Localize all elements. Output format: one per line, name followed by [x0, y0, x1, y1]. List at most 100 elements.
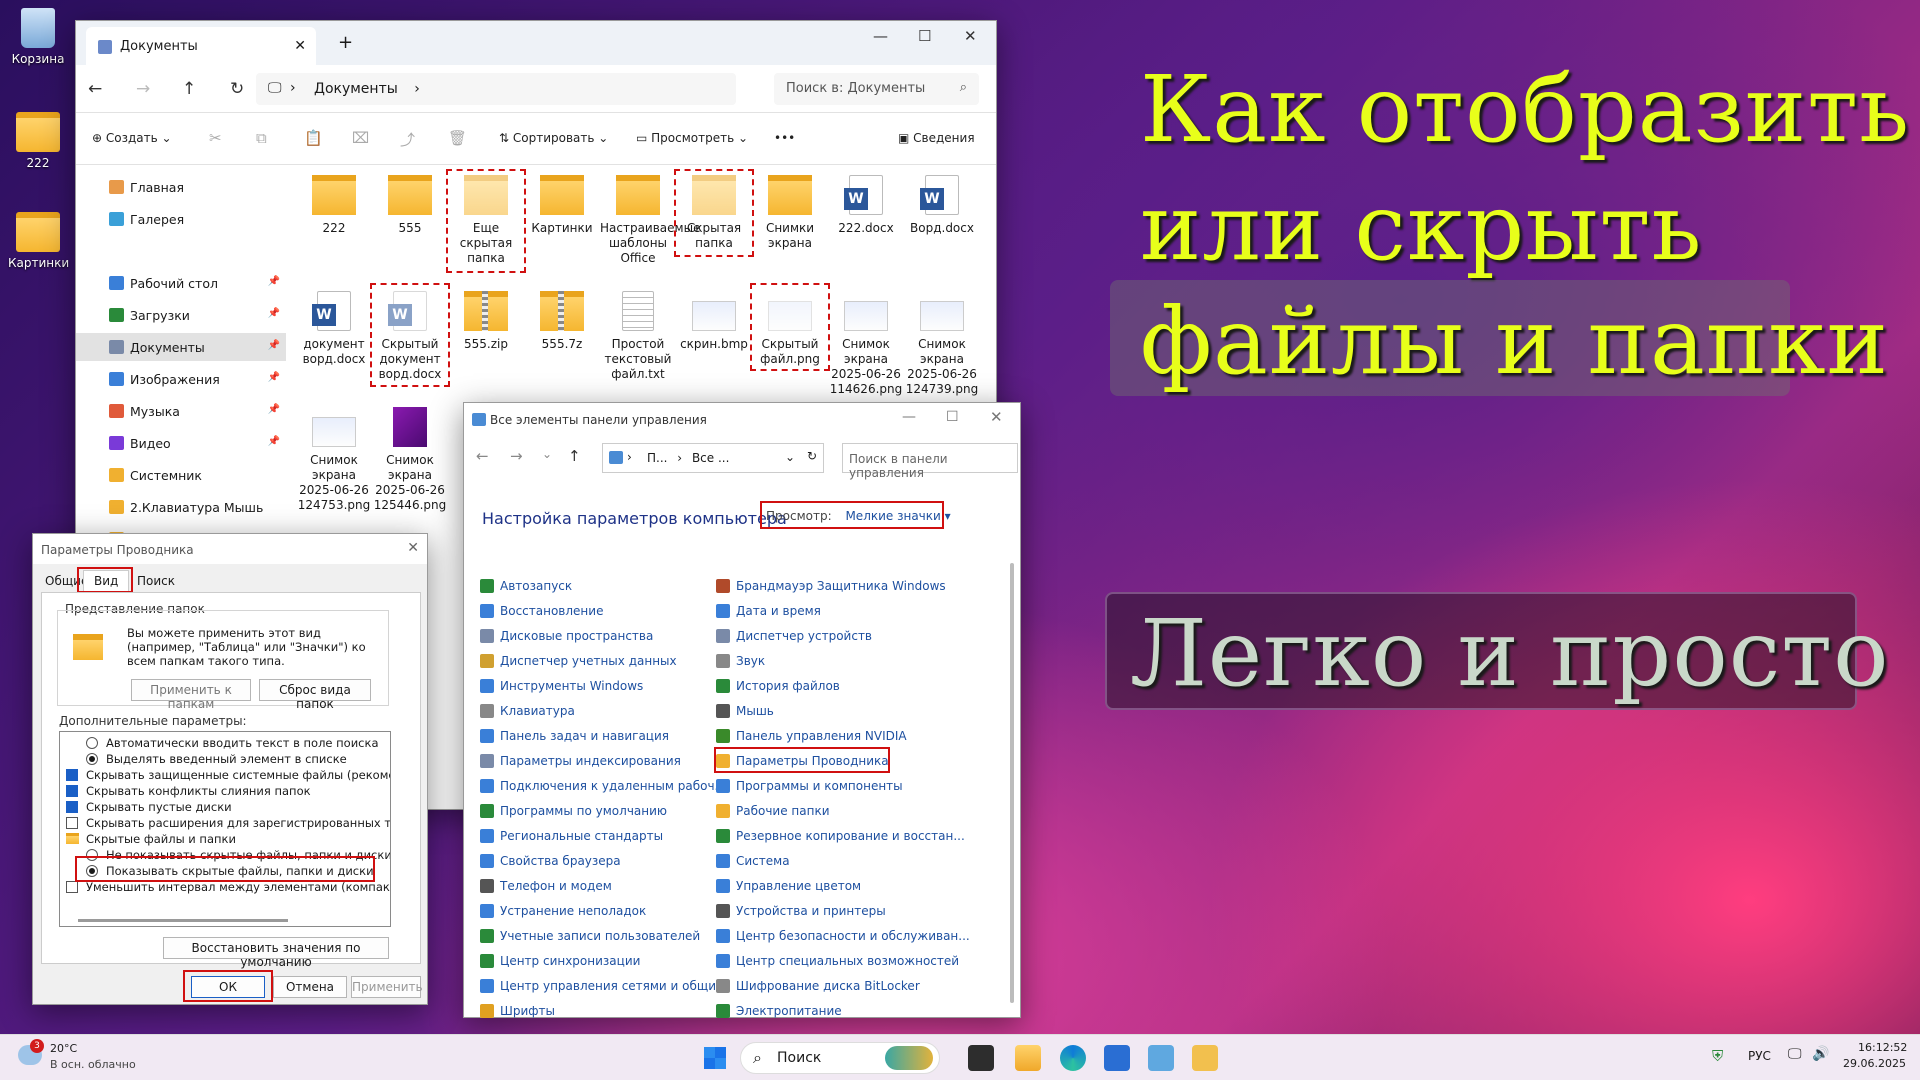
reset-folders-button[interactable]: Сброс вида папок: [259, 679, 371, 711]
explorer-tab[interactable]: Документы ✕: [86, 27, 316, 65]
file-item[interactable]: Снимок экрана 2025-06-26 124753.png: [296, 407, 372, 513]
clock-date[interactable]: 29.06.2025: [1843, 1057, 1906, 1070]
desktop-icon-recycle-bin[interactable]: Корзина: [8, 8, 68, 66]
refresh-icon[interactable]: ↻: [807, 449, 817, 463]
weather-temp[interactable]: 20°C: [50, 1042, 77, 1055]
minimize-icon[interactable]: —: [873, 27, 888, 45]
checkbox[interactable]: [66, 801, 78, 813]
advanced-options-list[interactable]: Автоматически вводить текст в поле поиск…: [59, 731, 391, 927]
apply-button[interactable]: Применить: [351, 976, 423, 998]
delete-icon[interactable]: 🗑: [448, 129, 467, 147]
chevron-down-icon[interactable]: ⌄: [542, 447, 552, 461]
cp-item[interactable]: Параметры индексирования: [480, 754, 681, 768]
advanced-option[interactable]: Автоматически вводить текст в поле поиск…: [86, 736, 379, 750]
cp-item[interactable]: Рабочие папки: [716, 804, 830, 818]
radio-button[interactable]: [86, 753, 98, 765]
desktop-icon-pictures[interactable]: Картинки: [8, 212, 69, 270]
cp-item[interactable]: Мышь: [716, 704, 774, 718]
cp-item[interactable]: Региональные стандарты: [480, 829, 663, 843]
file-item[interactable]: скрин.bmp: [676, 291, 752, 352]
tab-search[interactable]: Поиск: [137, 574, 175, 588]
sidebar-item[interactable]: Рабочий стол 📌: [76, 269, 286, 297]
back-arrow-icon[interactable]: ←: [88, 79, 102, 99]
maximize-icon[interactable]: ☐: [946, 409, 959, 425]
cp-item[interactable]: Шрифты: [480, 1004, 555, 1018]
radio-button[interactable]: [86, 737, 98, 749]
cp-item[interactable]: Телефон и модем: [480, 879, 612, 893]
cp-item[interactable]: Подключения к удаленным рабоч...: [480, 779, 726, 793]
task-view-icon[interactable]: [968, 1045, 994, 1071]
cp-item[interactable]: Система: [716, 854, 790, 868]
store-icon[interactable]: [1104, 1045, 1130, 1071]
weather-desc[interactable]: В осн. облачно: [50, 1058, 136, 1071]
forward-arrow-icon[interactable]: →: [136, 79, 150, 99]
file-item[interactable]: Снимок экрана 2025-06-26 124739.png: [904, 291, 980, 397]
checkbox[interactable]: [66, 785, 78, 797]
back-arrow-icon[interactable]: ←: [476, 447, 489, 465]
copy-icon[interactable]: ⧉: [256, 129, 267, 147]
cp-address-bar[interactable]: › П... › Все ... ⌄ ↻: [602, 443, 824, 473]
up-arrow-icon[interactable]: ↑: [182, 79, 196, 99]
close-icon[interactable]: ✕: [990, 408, 1003, 426]
file-item[interactable]: 555.zip: [448, 291, 524, 352]
file-item[interactable]: 555: [372, 175, 448, 236]
cp-item[interactable]: История файлов: [716, 679, 840, 693]
cp-item[interactable]: Свойства браузера: [480, 854, 621, 868]
maximize-icon[interactable]: ☐: [918, 27, 931, 45]
file-item[interactable]: 222: [296, 175, 372, 236]
cp-item[interactable]: Диспетчер устройств: [716, 629, 872, 643]
cp-item[interactable]: Центр синхронизации: [480, 954, 640, 968]
language-indicator[interactable]: РУС: [1748, 1049, 1771, 1063]
file-item[interactable]: W Ворд.docx: [904, 175, 980, 236]
edge-icon[interactable]: [1060, 1045, 1086, 1071]
cp-item[interactable]: Панель задач и навигация: [480, 729, 669, 743]
file-item[interactable]: Wдокумент ворд.docx: [296, 291, 372, 367]
cp-item[interactable]: Диспетчер учетных данных: [480, 654, 677, 668]
advanced-option[interactable]: Выделять введенный элемент в списке: [86, 752, 347, 766]
cp-item[interactable]: Устранение неполадок: [480, 904, 646, 918]
search-input[interactable]: Поиск в: Документы ⌕: [774, 73, 979, 105]
network-icon[interactable]: 🖵: [1788, 1046, 1802, 1062]
volume-icon[interactable]: 🔊: [1812, 1046, 1829, 1062]
cp-search-input[interactable]: Поиск в панели управления: [842, 443, 1018, 480]
checkbox[interactable]: [66, 881, 78, 893]
cp-item[interactable]: Восстановление: [480, 604, 603, 618]
rename-icon[interactable]: ⌧: [352, 129, 369, 147]
sidebar-item[interactable]: Загрузки 📌: [76, 301, 286, 329]
address-bar[interactable]: 🖵 › Документы ›: [256, 73, 736, 105]
advanced-option[interactable]: Скрывать пустые диски: [66, 800, 232, 814]
details-button[interactable]: ▣ Сведения: [898, 131, 975, 145]
start-icon[interactable]: [704, 1047, 726, 1069]
sidebar-item[interactable]: Галерея: [76, 205, 286, 233]
checkbox[interactable]: [66, 817, 78, 829]
cp-scrollbar[interactable]: [1010, 563, 1014, 1003]
cp-item[interactable]: Панель управления NVIDIA: [716, 729, 907, 743]
advanced-option[interactable]: Скрывать расширения для зарегистрированн…: [66, 816, 390, 830]
file-item[interactable]: Простой текстовый файл.txt: [600, 291, 676, 382]
file-item[interactable]: 555.7z: [524, 291, 600, 352]
sidebar-item[interactable]: Изображения 📌: [76, 365, 286, 393]
sidebar-item[interactable]: Видео 📌: [76, 429, 286, 457]
close-icon[interactable]: ✕: [964, 27, 977, 45]
cp-item[interactable]: Программы и компоненты: [716, 779, 903, 793]
sidebar-item[interactable]: Главная: [76, 173, 286, 201]
apply-to-folders-button[interactable]: Применить к папкам: [131, 679, 251, 711]
sidebar-item[interactable]: Музыка 📌: [76, 397, 286, 425]
up-arrow-icon[interactable]: ↑: [568, 447, 581, 465]
sort-button[interactable]: ⇅ Сортировать ⌄: [499, 131, 608, 145]
control-panel-icon[interactable]: [1148, 1045, 1174, 1071]
cp-item[interactable]: Центр специальных возможностей: [716, 954, 959, 968]
create-button[interactable]: ⊕ Создать ⌄: [92, 131, 172, 145]
horizontal-scrollbar[interactable]: [78, 919, 288, 922]
advanced-option[interactable]: Скрывать конфликты слияния папок: [66, 784, 311, 798]
file-explorer-icon[interactable]: [1015, 1045, 1041, 1071]
cp-item[interactable]: Управление цветом: [716, 879, 861, 893]
file-item[interactable]: Снимок экрана 2025-06-26 125446.png: [372, 407, 448, 513]
cp-item[interactable]: Электропитание: [716, 1004, 842, 1018]
advanced-option[interactable]: Скрытые файлы и папки: [66, 832, 236, 846]
cp-item[interactable]: Дисковые пространства: [480, 629, 653, 643]
cancel-button[interactable]: Отмена: [273, 976, 347, 998]
forward-arrow-icon[interactable]: →: [510, 447, 523, 465]
cp-item[interactable]: Дата и время: [716, 604, 821, 618]
file-item[interactable]: Снимок экрана 2025-06-26 114626.png: [828, 291, 904, 397]
